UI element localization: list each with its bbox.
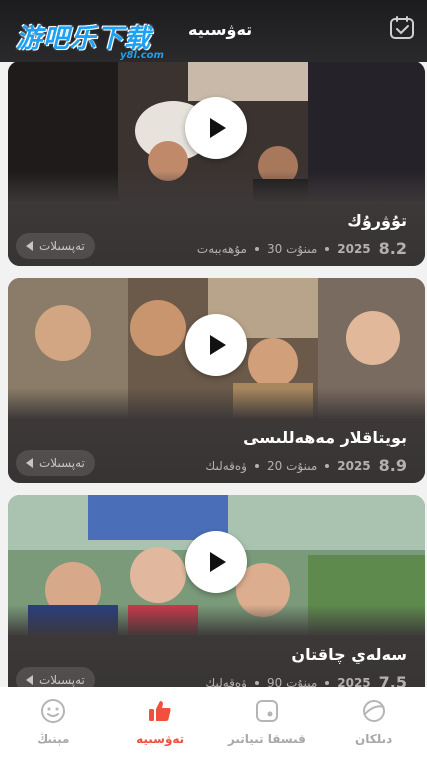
- tab-label: قىسقا تىياتىر: [227, 732, 306, 746]
- video-card[interactable]: بويتاقلار مەھەللىسى ۋەقەلىك 20 مىنۇت 202…: [8, 278, 425, 483]
- video-feed[interactable]: تۇۋرۇك مۇھەببەت 30 مىنۇت 2025 8.2 تەپسىل…: [0, 62, 427, 687]
- tab-recommend[interactable]: تەۋسىيە: [107, 687, 214, 757]
- details-button[interactable]: تەپسىلات: [16, 450, 95, 476]
- details-button[interactable]: تەپسىلات: [16, 233, 95, 259]
- play-button[interactable]: [185, 97, 247, 159]
- year: 2025: [337, 675, 371, 688]
- tab-label: تەۋسىيە: [136, 732, 185, 746]
- play-button[interactable]: [185, 314, 247, 376]
- video-meta: مۇھەببەت 30 مىنۇت 2025 8.2: [197, 239, 407, 258]
- play-square-icon: [255, 700, 278, 722]
- smile-face-icon: [41, 699, 66, 723]
- rating: 7.5: [378, 673, 407, 687]
- page-title: تەۋسىيە: [188, 20, 253, 39]
- play-button[interactable]: [185, 531, 247, 593]
- tab-short-theater[interactable]: قىسقا تىياتىر: [214, 687, 321, 757]
- bottom-tab-bar: مېنىڭ تەۋسىيە قىسقا تىياتىر دىلكان: [0, 687, 427, 757]
- play-icon: [210, 335, 226, 355]
- calendar-check-icon[interactable]: [389, 15, 415, 41]
- play-icon: [210, 118, 226, 138]
- genre: مۇھەببەت: [196, 241, 247, 256]
- video-card[interactable]: سەلەي چاقتان ۋەقەلىك 90 مىنۇت 2025 7.5 ت…: [8, 495, 425, 687]
- video-meta: ۋەقەلىك 20 مىنۇت 2025 8.9: [205, 456, 407, 475]
- video-title: بويتاقلار مەھەللىسى: [243, 428, 407, 447]
- genre: ۋەقەلىك: [205, 675, 247, 688]
- play-icon: [210, 552, 226, 572]
- rating: 8.2: [378, 239, 407, 258]
- watermark-domain: y8l.com: [120, 50, 164, 61]
- planet-icon: [362, 700, 385, 722]
- video-title: تۇۋرۇك: [347, 211, 407, 230]
- tab-label: مېنىڭ: [37, 732, 70, 746]
- tab-discover[interactable]: دىلكان: [320, 687, 427, 757]
- thumbs-up-icon: [149, 701, 171, 721]
- video-title: سەلەي چاقتان: [291, 645, 407, 664]
- tab-label: دىلكان: [354, 732, 393, 746]
- top-header: 游吧乐下载 y8l.com تەۋسىيە: [0, 0, 427, 62]
- year: 2025: [337, 241, 371, 256]
- video-meta: ۋەقەلىك 90 مىنۇت 2025 7.5: [205, 673, 407, 687]
- duration: 90 مىنۇت: [266, 675, 318, 688]
- triangle-left-icon: [26, 458, 33, 468]
- video-card[interactable]: تۇۋرۇك مۇھەببەت 30 مىنۇت 2025 8.2 تەپسىل…: [8, 62, 425, 266]
- rating: 8.9: [378, 456, 407, 475]
- genre: ۋەقەلىك: [205, 458, 247, 473]
- triangle-left-icon: [26, 241, 33, 251]
- triangle-left-icon: [26, 675, 33, 685]
- tab-mine[interactable]: مېنىڭ: [0, 687, 107, 757]
- details-button[interactable]: تەپسىلات: [16, 667, 95, 687]
- year: 2025: [337, 458, 371, 473]
- duration: 30 مىنۇت: [266, 241, 318, 256]
- duration: 20 مىنۇت: [266, 458, 318, 473]
